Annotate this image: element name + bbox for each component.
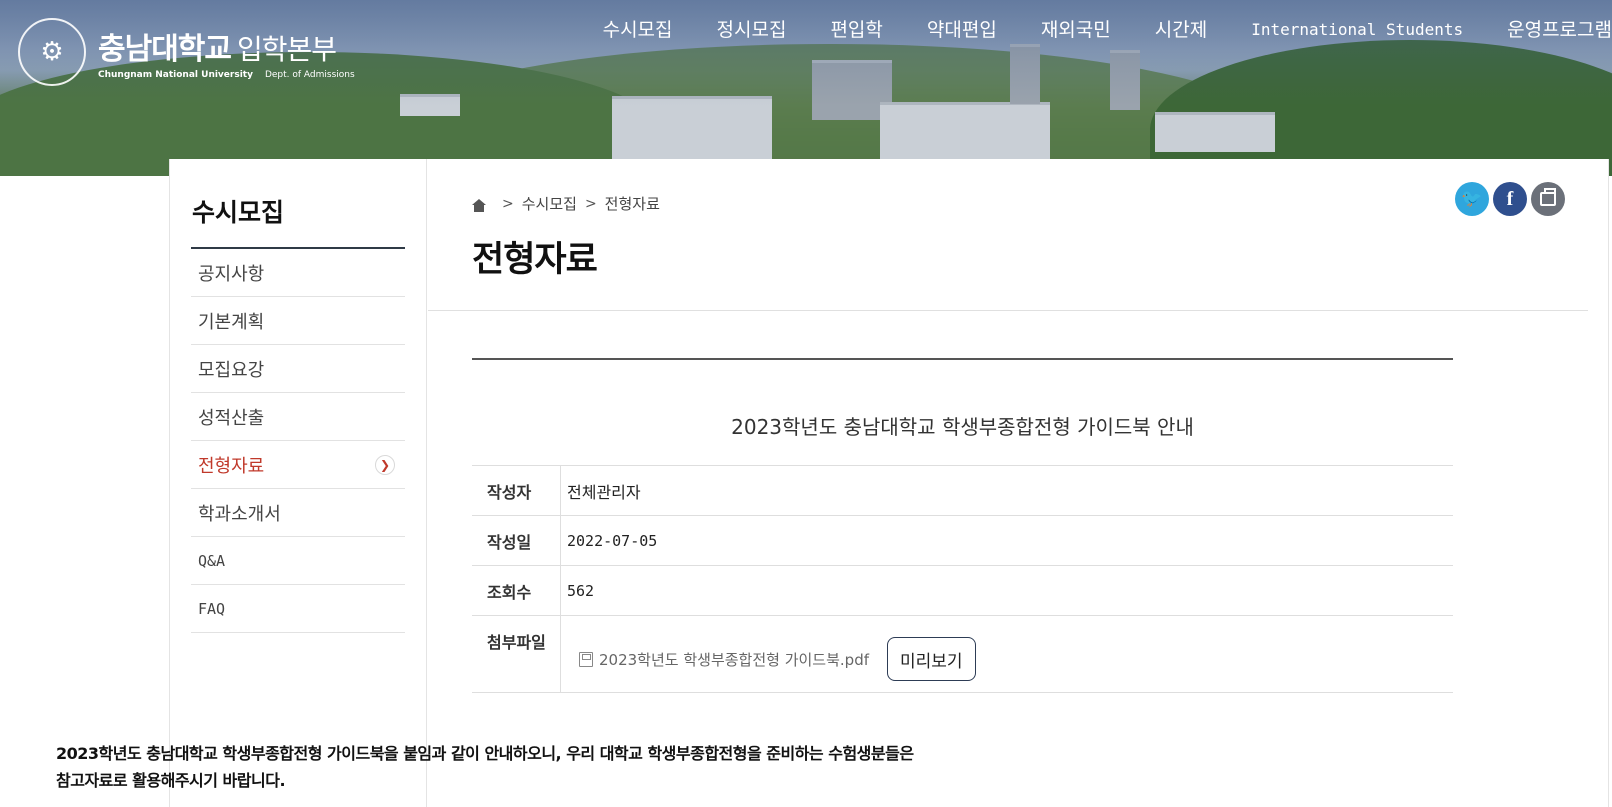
post-body-line: 참고자료로 활용해주시기 바랍니다. — [56, 771, 286, 790]
post-title: 2023학년도 충남대학교 학생부종합전형 가이드북 안내 — [472, 360, 1453, 466]
date-label: 작성일 — [472, 516, 561, 565]
nav-item-pharmacy-transfer[interactable]: 약대편입 — [927, 16, 997, 44]
author-value: 전체관리자 — [567, 482, 641, 502]
sidebar-item-dept-intro[interactable]: 학과소개서 — [191, 489, 405, 537]
post-meta-row: 작성일 2022-07-05 — [472, 516, 1453, 566]
sidebar-item-label: 전형자료 — [198, 455, 265, 477]
sidebar-item-label: 기본계획 — [198, 311, 265, 333]
nav-item-transfer[interactable]: 편입학 — [830, 16, 882, 44]
logo-english: Chungnam National University Dept. of Adm… — [98, 70, 355, 80]
print-icon[interactable] — [1531, 182, 1565, 216]
logo-korean-name: 충남대학교 — [98, 32, 232, 67]
main-content: > 수시모집 > 전형자료 전형자료 🐦 f 2023학년도 충남대학교 학생부… — [428, 159, 1609, 807]
attachment-item: 2023학년도 학생부종합전형 가이드북.pdf 미리보기 — [567, 627, 976, 681]
save-disk-icon — [579, 651, 593, 667]
sidebar-item-label: 학과소개서 — [198, 503, 281, 525]
post-meta-row: 작성자 전체관리자 — [472, 466, 1453, 516]
post-meta-row: 첨부파일 2023학년도 학생부종합전형 가이드북.pdf 미리보기 — [472, 616, 1453, 693]
sidebar: 수시모집 공지사항 기본계획 모집요강 성적산출 전형자료 ❯ 학과소개서 Q&A… — [170, 159, 427, 807]
twitter-icon[interactable]: 🐦 — [1455, 182, 1489, 216]
post-body-line: 2023학년도 충남대학교 학생부종합전형 가이드북을 붙임과 같이 안내하오니… — [56, 744, 914, 763]
author-label: 작성자 — [472, 466, 561, 515]
sidebar-item-label: 성적산출 — [198, 407, 265, 429]
attachment-label: 첨부파일 — [472, 616, 561, 692]
divider — [428, 310, 1588, 311]
nav-item-susi[interactable]: 수시모집 — [603, 16, 673, 44]
sidebar-title: 수시모집 — [192, 198, 285, 227]
home-icon[interactable] — [472, 199, 486, 212]
date-value: 2022-07-05 — [567, 531, 658, 550]
sidebar-item-label: 공지사항 — [198, 263, 265, 285]
site-logo[interactable]: ⚙ 충남대학교 입학본부 Chungnam National University… — [18, 18, 355, 86]
attachment-link[interactable]: 2023학년도 학생부종합전형 가이드북.pdf — [599, 649, 869, 670]
post-view: 2023학년도 충남대학교 학생부종합전형 가이드북 안내 작성자 전체관리자 … — [472, 358, 1453, 693]
logo-english-name: Chungnam National University — [98, 70, 253, 80]
preview-button[interactable]: 미리보기 — [887, 637, 976, 681]
sidebar-item-label: Q&A — [198, 551, 226, 570]
sidebar-menu: 공지사항 기본계획 모집요강 성적산출 전형자료 ❯ 학과소개서 Q&A FAQ — [191, 247, 405, 633]
university-emblem-icon: ⚙ — [18, 18, 86, 86]
breadcrumb-item-current[interactable]: 전형자료 — [605, 193, 660, 214]
facebook-icon[interactable]: f — [1493, 182, 1527, 216]
post-body: 2023학년도 충남대학교 학생부종합전형 가이드북을 붙임과 같이 안내하오니… — [56, 740, 1056, 794]
logo-english-dept: Dept. of Admissions — [264, 70, 355, 80]
chevron-right-icon: > — [584, 195, 597, 212]
sidebar-item-guidelines[interactable]: 모집요강 — [191, 345, 405, 393]
views-value: 562 — [567, 581, 595, 600]
logo-korean-dept: 입학본부 — [237, 33, 337, 66]
sidebar-item-basic-plan[interactable]: 기본계획 — [191, 297, 405, 345]
logo-korean: 충남대학교 입학본부 — [98, 24, 355, 68]
chevron-right-icon: ❯ — [375, 455, 395, 475]
sidebar-item-score-calc[interactable]: 성적산출 — [191, 393, 405, 441]
sidebar-item-faq[interactable]: FAQ — [191, 585, 405, 633]
breadcrumb-item[interactable]: 수시모집 — [522, 193, 577, 214]
nav-item-international[interactable]: International Students — [1251, 16, 1463, 44]
nav-item-jeongsi[interactable]: 정시모집 — [717, 16, 787, 44]
nav-item-programs[interactable]: 운영프로그램 — [1507, 16, 1612, 44]
sidebar-item-qna[interactable]: Q&A — [191, 537, 405, 585]
logo-text: 충남대학교 입학본부 Chungnam National University De… — [98, 24, 355, 80]
nav-item-overseas-korean[interactable]: 재외국민 — [1041, 16, 1111, 44]
sidebar-item-label: 모집요강 — [198, 359, 265, 381]
share-buttons: 🐦 f — [1451, 182, 1565, 216]
post-meta-row: 조회수 562 — [472, 566, 1453, 616]
sidebar-item-materials[interactable]: 전형자료 ❯ — [191, 441, 405, 489]
breadcrumb: > 수시모집 > 전형자료 — [472, 193, 660, 214]
header-banner: ⚙ 충남대학교 입학본부 Chungnam National University… — [0, 0, 1612, 176]
attachment-value: 2023학년도 학생부종합전형 가이드북.pdf 미리보기 — [561, 616, 1453, 692]
page-title: 전형자료 — [472, 240, 598, 280]
chevron-right-icon: > — [502, 195, 514, 212]
sidebar-item-notice[interactable]: 공지사항 — [191, 249, 405, 297]
content-frame: 수시모집 공지사항 기본계획 모집요강 성적산출 전형자료 ❯ 학과소개서 Q&A… — [169, 159, 1609, 807]
sidebar-item-label: FAQ — [198, 599, 226, 618]
nav-item-part-time[interactable]: 시간제 — [1155, 16, 1207, 44]
views-label: 조회수 — [472, 566, 561, 615]
printer-glyph — [1540, 188, 1556, 206]
global-nav: 수시모집 정시모집 편입학 약대편입 재외국민 시간제 Internationa… — [559, 16, 1612, 44]
